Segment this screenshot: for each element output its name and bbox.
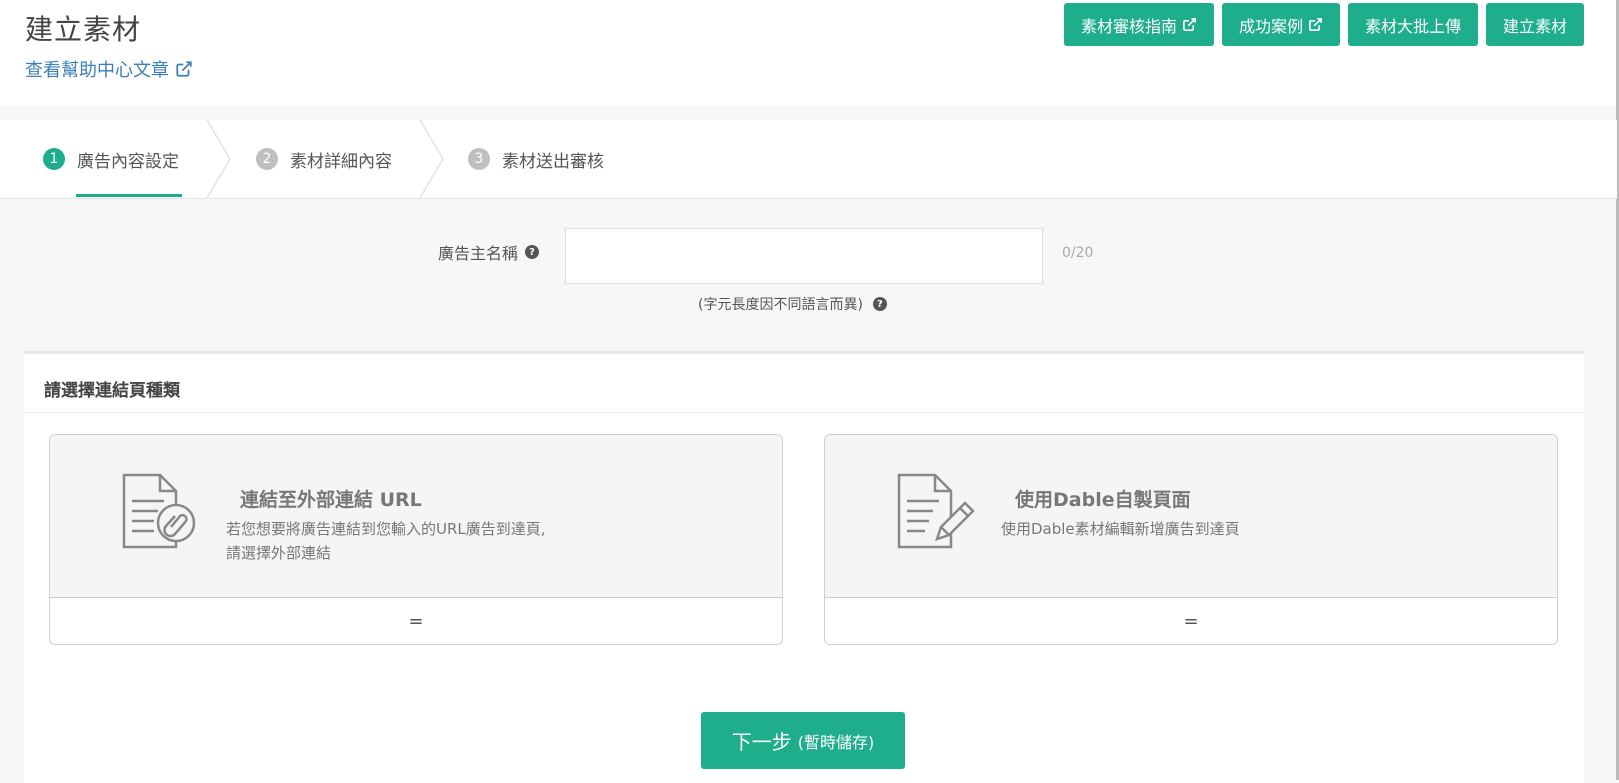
active-step-underline (76, 194, 182, 197)
step-separator-icon (206, 120, 231, 198)
option-description: 若您想要將廣告連結到您輸入的URL廣告到達頁, 請選擇外部連結 (226, 517, 606, 565)
next-step-button[interactable]: 下一步 (暫時儲存) (701, 712, 905, 769)
page-header: 建立素材 查看幫助中心文章 素材審核指南 成功案例 素材大批上傳 建立素材 (0, 0, 1617, 106)
advertiser-name-hint-text: (字元長度因不同語言而異) (698, 297, 863, 313)
bulk-upload-button[interactable]: 素材大批上傳 (1347, 3, 1478, 46)
step-indicator: 1 廣告內容設定 2 素材詳細內容 3 素材送出審核 (0, 120, 1617, 199)
step-label: 素材送出審核 (502, 151, 604, 172)
create-material-label: 建立素材 (1502, 16, 1567, 36)
success-cases-button[interactable]: 成功案例 (1221, 3, 1340, 46)
bulk-upload-label: 素材大批上傳 (1364, 16, 1461, 36)
card-body: 連結至外部連結 URL 若您想要將廣告連結到您輸入的URL廣告到達頁, 請選擇外… (50, 435, 782, 598)
page-title: 建立素材 (25, 13, 142, 46)
create-material-button[interactable]: 建立素材 (1485, 3, 1584, 46)
option-description-line: 若您想要將廣告連結到您輸入的URL廣告到達頁, (226, 520, 546, 538)
question-circle-icon[interactable]: ? (872, 297, 887, 311)
divider (24, 412, 1584, 413)
review-guide-label: 素材審核指南 (1080, 16, 1177, 36)
advertiser-name-hint: (字元長度因不同語言而異) ? (698, 294, 887, 314)
document-edit-icon (897, 473, 975, 549)
external-link-icon (1183, 18, 1196, 31)
option-description-line: 使用Dable素材編輯新增廣告到達頁 (1001, 520, 1240, 538)
step-number: 3 (468, 148, 490, 170)
step-separator-icon (419, 120, 444, 198)
step-submit-review[interactable]: 3 素材送出審核 (468, 120, 604, 198)
option-description-line: 請選擇外部連結 (226, 544, 332, 562)
step-label: 素材詳細內容 (290, 151, 392, 172)
next-step-label: 下一步 (731, 730, 792, 754)
help-center-link[interactable]: 查看幫助中心文章 (25, 56, 193, 82)
step-material-details[interactable]: 2 素材詳細內容 (256, 120, 392, 198)
next-step-sublabel: (暫時儲存) (797, 732, 875, 752)
option-description: 使用Dable素材編輯新增廣告到達頁 (1001, 517, 1381, 541)
card-footer: = (1183, 610, 1199, 632)
advertiser-name-label: 廣告主名稱 ? (438, 240, 540, 264)
advertiser-name-input[interactable] (565, 228, 1043, 284)
character-counter: 0/20 (1062, 245, 1094, 261)
step-number: 2 (256, 148, 278, 170)
card-body: 使用Dable自製頁面 使用Dable素材編輯新增廣告到達頁 (825, 435, 1557, 598)
header-actions: 素材審核指南 成功案例 素材大批上傳 建立素材 (1063, 3, 1584, 46)
option-external-url[interactable]: 連結至外部連結 URL 若您想要將廣告連結到您輸入的URL廣告到達頁, 請選擇外… (49, 434, 783, 645)
section-title: 請選擇連結頁種類 (44, 381, 180, 401)
step-label: 廣告內容設定 (77, 151, 179, 172)
document-link-icon (122, 473, 196, 549)
question-circle-icon[interactable]: ? (525, 245, 540, 259)
advertiser-name-label-text: 廣告主名稱 (438, 244, 519, 263)
success-cases-label: 成功案例 (1238, 16, 1303, 36)
review-guide-button[interactable]: 素材審核指南 (1063, 3, 1214, 46)
step-ad-content[interactable]: 1 廣告內容設定 (43, 120, 179, 198)
help-center-link-label: 查看幫助中心文章 (25, 60, 169, 81)
option-title: 連結至外部連結 URL (240, 489, 422, 511)
option-title: 使用Dable自製頁面 (1015, 489, 1191, 511)
external-link-icon (176, 61, 192, 77)
option-dable-page[interactable]: 使用Dable自製頁面 使用Dable素材編輯新增廣告到達頁 = (824, 434, 1558, 645)
step-number: 1 (43, 148, 65, 170)
external-link-icon (1309, 18, 1322, 31)
card-footer: = (408, 610, 424, 632)
